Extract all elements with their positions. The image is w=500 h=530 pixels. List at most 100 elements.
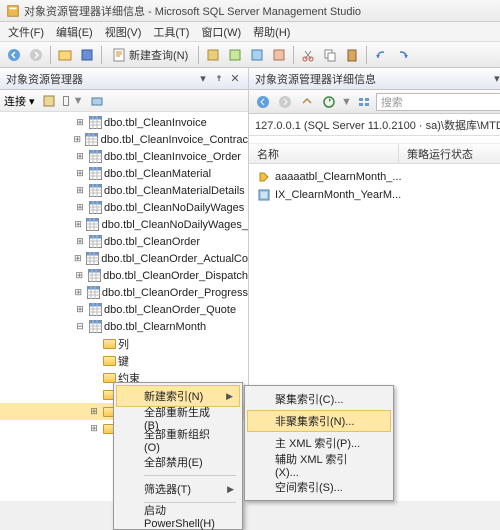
- tool-button-2[interactable]: [225, 45, 245, 65]
- tree-expander[interactable]: ⊞: [88, 406, 100, 418]
- submenu-arrow-icon: ▶: [227, 484, 234, 495]
- tree-node-folder[interactable]: 键: [0, 352, 248, 369]
- filter-button[interactable]: ▼: [73, 95, 84, 107]
- ctx-disable-all[interactable]: 全部禁用(E): [116, 451, 240, 473]
- details-up-button[interactable]: [297, 92, 317, 112]
- tree-label: dbo.tbl_CleanInvoice_Contrac: [101, 134, 248, 146]
- tool-button-4[interactable]: [269, 45, 289, 65]
- tree-expander[interactable]: ⊞: [72, 253, 84, 265]
- tree-node-table[interactable]: ⊞dbo.tbl_CleanOrder_ActualCo: [0, 250, 248, 267]
- ctx-clustered-index[interactable]: 聚集索引(C)...: [247, 388, 391, 410]
- column-name[interactable]: 名称: [249, 144, 399, 163]
- menu-view[interactable]: 视图(V): [99, 22, 148, 42]
- menu-help[interactable]: 帮助(H): [247, 22, 296, 42]
- breadcrumb[interactable]: 127.0.0.1 (SQL Server 11.0.2100 · sa)\数据…: [249, 114, 500, 136]
- copy-button[interactable]: [320, 45, 340, 65]
- tree-node-table[interactable]: ⊞dbo.tbl_CleanOrder_Dispatch: [0, 267, 248, 284]
- details-back-button[interactable]: [253, 92, 273, 112]
- tree-node-table[interactable]: ⊞dbo.tbl_CleanNoDailyWages: [0, 199, 248, 216]
- tree-node-table[interactable]: ⊞ dbo.tbl_CleanInvoice_Order: [0, 148, 248, 165]
- details-dropdown[interactable]: ▾: [490, 72, 500, 86]
- tree-node-table[interactable]: ⊞ dbo.tbl_CleanInvoice_Contrac: [0, 131, 248, 148]
- tree-node-table[interactable]: ⊞ dbo.tbl_CleanNoDailyWages_: [0, 216, 248, 233]
- details-forward-button[interactable]: [275, 92, 295, 112]
- tree-expander[interactable]: ⊞: [74, 185, 86, 197]
- tree-node-table[interactable]: ⊞dbo.tbl_CleanOrder_Quote: [0, 301, 248, 318]
- new-query-button[interactable]: 新建查询(N): [106, 45, 194, 65]
- tree-node-folder[interactable]: 列: [0, 335, 248, 352]
- connect-dropdown[interactable]: 连接 ▾: [4, 93, 35, 109]
- main-toolbar: 新建查询(N): [0, 42, 500, 68]
- ctx-powershell[interactable]: 启动 PowerShell(H): [116, 505, 240, 527]
- details-view-button[interactable]: [354, 92, 374, 112]
- table-icon: [87, 269, 101, 283]
- refresh-button[interactable]: [39, 91, 59, 111]
- details-filter-icon[interactable]: ▼: [341, 96, 352, 108]
- undo-button[interactable]: [371, 45, 391, 65]
- submenu-arrow-icon: ▶: [226, 391, 233, 402]
- list-header: 名称 策略运行状态: [249, 144, 500, 164]
- menu-bar: 文件(F) 编辑(E) 视图(V) 工具(T) 窗口(W) 帮助(H): [0, 22, 500, 42]
- open-button[interactable]: [55, 45, 75, 65]
- tree-expander[interactable]: ⊞: [74, 236, 86, 248]
- tree-label: dbo.tbl_CleanInvoice_Order: [104, 151, 241, 163]
- table-icon: [88, 184, 102, 198]
- redo-button[interactable]: [393, 45, 413, 65]
- menu-tools[interactable]: 工具(T): [147, 22, 195, 42]
- panel-pin-button[interactable]: [212, 72, 226, 86]
- table-icon: [86, 286, 100, 300]
- tree-node-table[interactable]: ⊞dbo.tbl_CleanOrder_Progress: [0, 284, 248, 301]
- tree-expander[interactable]: ⊞: [74, 168, 86, 180]
- tree-expander[interactable]: ⊞: [72, 134, 84, 146]
- ctx-secondary-xml-index[interactable]: 辅助 XML 索引(X)...: [247, 454, 391, 476]
- window-title: 对象资源管理器详细信息 - Microsoft SQL Server Manag…: [24, 3, 361, 19]
- column-policy[interactable]: 策略运行状态: [399, 144, 500, 163]
- index-icon: [257, 188, 271, 202]
- details-sync-button[interactable]: [319, 92, 339, 112]
- ctx-spatial-index[interactable]: 空间索引(S)...: [247, 476, 391, 498]
- tree-label: 键: [118, 353, 129, 369]
- save-button[interactable]: [77, 45, 97, 65]
- tree-node-table[interactable]: ⊟dbo.tbl_ClearnMonth: [0, 318, 248, 335]
- tool-sub-button[interactable]: [87, 91, 107, 111]
- ctx-filters[interactable]: 筛选器(T)▶: [116, 478, 240, 500]
- menu-edit[interactable]: 编辑(E): [50, 22, 99, 42]
- ctx-reorganize-all[interactable]: 全部重新组织(O): [116, 429, 240, 451]
- tree-node-table[interactable]: ⊞dbo.tbl_CleanOrder: [0, 233, 248, 250]
- tree-expander[interactable]: ⊟: [74, 321, 86, 333]
- list-item[interactable]: aaaaatbl_ClearnMonth_...: [249, 168, 500, 186]
- paste-button[interactable]: [342, 45, 362, 65]
- menu-file[interactable]: 文件(F): [2, 22, 50, 42]
- tool-button-1[interactable]: [203, 45, 223, 65]
- tool-button-3[interactable]: [247, 45, 267, 65]
- nav-forward-button[interactable]: [26, 45, 46, 65]
- context-submenu-new-index: 聚集索引(C)... 非聚集索引(N)... 主 XML 索引(P)... 辅助…: [244, 385, 394, 501]
- tree-node-table[interactable]: ⊞ dbo.tbl_CleanMaterialDetails: [0, 182, 248, 199]
- tree-expander[interactable]: ⊞: [72, 287, 84, 299]
- table-icon: [86, 252, 100, 266]
- tree-label: dbo.tbl_CleanInvoice: [104, 117, 207, 129]
- tree-expander[interactable]: ⊞: [72, 219, 84, 231]
- tree-node-table[interactable]: ⊞ dbo.tbl_CleanInvoice: [0, 114, 248, 131]
- stop-button[interactable]: [63, 96, 69, 106]
- cut-button[interactable]: [298, 45, 318, 65]
- tree-expander[interactable]: ⊞: [74, 202, 86, 214]
- details-search-input[interactable]: 搜索: [376, 93, 500, 111]
- table-icon: [88, 116, 102, 130]
- tree-label: dbo.tbl_CleanNoDailyWages_: [102, 219, 248, 231]
- list-item[interactable]: IX_ClearnMonth_YearM...: [249, 186, 500, 204]
- panel-dropdown-button[interactable]: ▾: [196, 72, 210, 86]
- folder-icon: [102, 354, 116, 368]
- tree-expander[interactable]: ⊞: [73, 270, 85, 282]
- nav-back-button[interactable]: [4, 45, 24, 65]
- table-icon: [88, 150, 102, 164]
- ctx-nonclustered-index[interactable]: 非聚集索引(N)...: [247, 410, 391, 432]
- tree-expander[interactable]: ⊞: [88, 423, 100, 435]
- tree-expander[interactable]: ⊞: [74, 151, 86, 163]
- menu-window[interactable]: 窗口(W): [195, 22, 247, 42]
- tree-label: dbo.tbl_CleanMaterialDetails: [104, 185, 245, 197]
- panel-close-button[interactable]: ✕: [228, 72, 242, 86]
- tree-node-table[interactable]: ⊞dbo.tbl_CleanMaterial: [0, 165, 248, 182]
- tree-expander[interactable]: ⊞: [74, 117, 86, 129]
- tree-expander[interactable]: ⊞: [74, 304, 86, 316]
